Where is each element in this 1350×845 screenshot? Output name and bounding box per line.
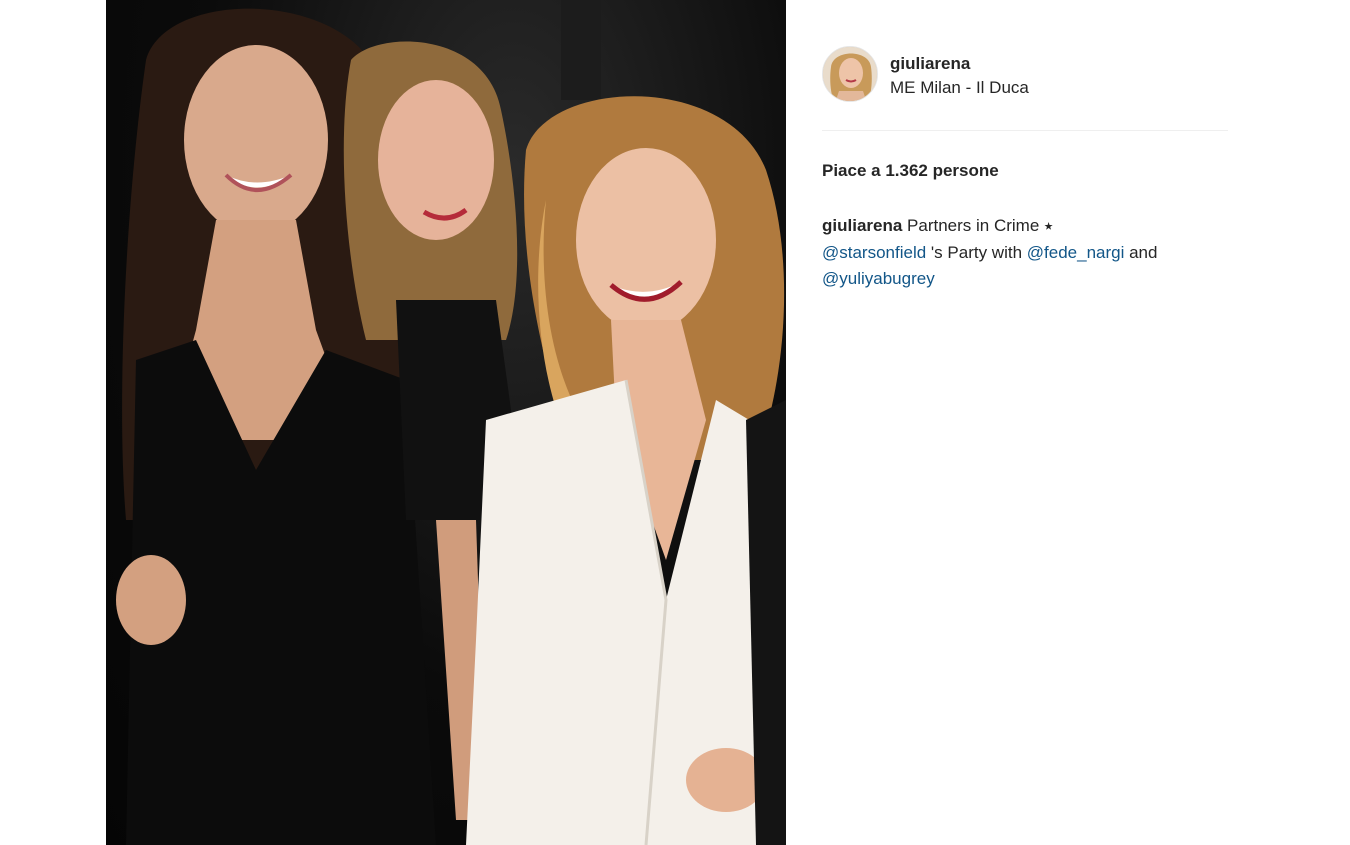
- mention-link[interactable]: @fede_nargi: [1027, 243, 1125, 262]
- instagram-post: giuliarena ME Milan - Il Duca Piace a 1.…: [106, 0, 1350, 845]
- post-username[interactable]: giuliarena: [890, 54, 970, 74]
- mention-link[interactable]: @yuliyabugrey: [822, 269, 935, 288]
- post-caption: giuliarena Partners in Crime ⭑ @starsonfi…: [822, 213, 1232, 293]
- caption-text: 's Party with: [926, 242, 1027, 262]
- likes-count[interactable]: Piace a 1.362 persone: [822, 161, 999, 181]
- avatar[interactable]: [822, 46, 878, 102]
- caption-text: and: [1124, 242, 1158, 262]
- divider: [822, 130, 1228, 131]
- post-sidebar: giuliarena ME Milan - Il Duca Piace a 1.…: [822, 0, 1228, 845]
- caption-text: Partners in Crime ⭑: [902, 216, 1054, 235]
- avatar-image: [823, 47, 877, 101]
- post-location[interactable]: ME Milan - Il Duca: [890, 78, 1029, 98]
- post-header: giuliarena ME Milan - Il Duca: [822, 46, 1228, 106]
- mention-link[interactable]: @starsonfield: [822, 243, 926, 262]
- post-photo[interactable]: [106, 0, 786, 845]
- post-photo-illustration: [116, 0, 786, 845]
- caption-username[interactable]: giuliarena: [822, 216, 902, 235]
